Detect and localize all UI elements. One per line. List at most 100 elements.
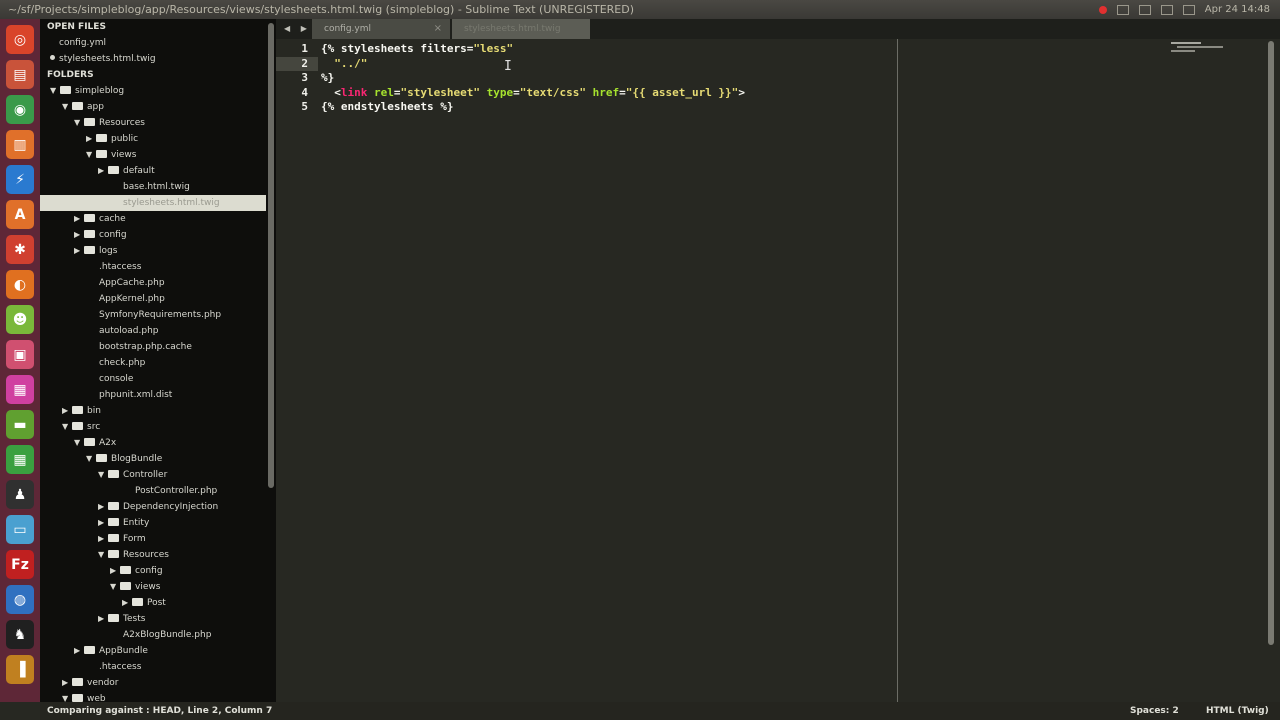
tree-folder[interactable]: ▼ views — [40, 579, 266, 595]
file-label: PostController.php — [135, 486, 218, 496]
tree-file[interactable]: check.php — [40, 355, 266, 371]
tree-folder[interactable]: ▼ app — [40, 99, 266, 115]
open-file-item[interactable]: config.yml — [40, 35, 266, 51]
tree-folder[interactable]: ▶ Form — [40, 531, 266, 547]
folder-icon — [72, 102, 83, 110]
sidebar-scrollbar[interactable] — [266, 19, 276, 702]
syntax-selector[interactable]: HTML (Twig) — [1206, 702, 1269, 720]
tux-icon[interactable]: ♟ — [6, 480, 34, 509]
settings-icon[interactable]: ✱ — [6, 235, 34, 264]
tree-folder[interactable]: ▶ DependencyInjection — [40, 499, 266, 515]
android-icon[interactable]: ☻ — [6, 305, 34, 334]
code-line[interactable]: "../" — [321, 57, 367, 71]
penguin-icon[interactable]: ♞ — [6, 620, 34, 649]
tree-folder[interactable]: ▶ Entity — [40, 515, 266, 531]
code-token: = — [513, 85, 520, 99]
tree-file[interactable]: .htaccess — [40, 259, 266, 275]
tree-folder[interactable]: ▼ simpleblog — [40, 83, 266, 99]
sidebar-scrollbar-thumb[interactable] — [268, 23, 274, 488]
status-bar: Comparing against : HEAD, Line 2, Column… — [40, 702, 1280, 720]
minimap[interactable] — [1171, 42, 1223, 52]
line-number: 2 — [276, 56, 318, 71]
filezilla-icon[interactable]: Fz — [6, 550, 34, 579]
code-line[interactable]: {% endstylesheets %} — [321, 100, 453, 114]
software-center-icon[interactable]: A — [6, 200, 34, 229]
code-token: < — [321, 85, 341, 99]
tree-file[interactable]: base.html.twig — [40, 179, 266, 195]
thunderbolt-icon[interactable]: ⚡ — [6, 165, 34, 194]
indentation-setting[interactable]: Spaces: 2 — [1130, 702, 1179, 720]
volume-icon[interactable] — [1182, 4, 1195, 15]
tree-folder[interactable]: ▶ cache — [40, 211, 266, 227]
tree-folder[interactable]: ▼ Resources — [40, 115, 266, 131]
tree-file[interactable]: .htaccess — [40, 659, 266, 675]
tab-label: stylesheets.html.twig — [464, 24, 561, 34]
tree-folder[interactable]: ▼ src — [40, 419, 266, 435]
tree-file[interactable]: AppKernel.php — [40, 291, 266, 307]
tree-file[interactable]: bootstrap.php.cache — [40, 339, 266, 355]
folder-label: default — [123, 166, 155, 176]
chrome-icon[interactable]: ◉ — [6, 95, 34, 124]
tree-file[interactable]: phpunit.xml.dist — [40, 387, 266, 403]
tab-config-yml[interactable]: config.yml × — [312, 19, 450, 39]
tree-file[interactable]: stylesheets.html.twig — [40, 195, 266, 211]
folder-label: BlogBundle — [111, 454, 163, 464]
close-icon[interactable]: × — [434, 19, 442, 39]
calendar-icon[interactable]: ▦ — [6, 375, 34, 404]
tree-file[interactable]: AppCache.php — [40, 275, 266, 291]
file-label: stylesheets.html.twig — [123, 198, 220, 208]
network-icon[interactable] — [1138, 4, 1151, 15]
editor-scrollbar[interactable] — [1268, 41, 1274, 645]
code-token: href — [585, 85, 620, 99]
ubuntu-dash-icon[interactable]: ◎ — [6, 25, 34, 54]
folder-icon — [72, 406, 83, 414]
tree-folder[interactable]: ▶ Tests — [40, 611, 266, 627]
code-line[interactable]: {% stylesheets filters="less" — [321, 42, 513, 56]
text-cursor-icon: I — [504, 59, 512, 74]
tree-file[interactable]: console — [40, 371, 266, 387]
folders-header: FOLDERS — [40, 67, 266, 83]
archive-icon[interactable]: ▥ — [6, 130, 34, 159]
tree-folder[interactable]: ▶ Post — [40, 595, 266, 611]
files-icon[interactable]: ▤ — [6, 60, 34, 89]
keyboard-icon[interactable] — [1116, 4, 1129, 15]
firefox-icon[interactable]: ◐ — [6, 270, 34, 299]
tree-file[interactable]: SymfonyRequirements.php — [40, 307, 266, 323]
battery-icon[interactable] — [1160, 4, 1173, 15]
open-file-item[interactable]: stylesheets.html.twig — [40, 51, 266, 67]
tree-file[interactable]: A2xBlogBundle.php — [40, 627, 266, 643]
folder-icon — [72, 422, 83, 430]
tree-folder[interactable]: ▼ BlogBundle — [40, 451, 266, 467]
tree-folder[interactable]: ▼ Controller — [40, 467, 266, 483]
browser-icon[interactable]: ◍ — [6, 585, 34, 614]
expand-arrow-right-icon: ▶ — [122, 598, 129, 607]
tree-file[interactable]: autoload.php — [40, 323, 266, 339]
tab-stylesheets-html-twig[interactable]: stylesheets.html.twig — [452, 19, 590, 39]
tab-nav-arrows-icon[interactable]: ◀ ▶ — [284, 19, 311, 39]
tree-file[interactable]: PostController.php — [40, 483, 266, 499]
vm-icon[interactable]: ▣ — [6, 340, 34, 369]
tree-folder[interactable]: ▶ vendor — [40, 675, 266, 691]
folder-icon — [84, 438, 95, 446]
tree-folder[interactable]: ▶ public — [40, 131, 266, 147]
folder-label: Controller — [123, 470, 168, 480]
tree-folder[interactable]: ▼ web — [40, 691, 266, 702]
tree-folder[interactable]: ▶ default — [40, 163, 266, 179]
terminal-icon[interactable]: ▬ — [6, 410, 34, 439]
tree-folder[interactable]: ▶ config — [40, 227, 266, 243]
tree-folder[interactable]: ▶ logs — [40, 243, 266, 259]
notes-icon[interactable]: ▭ — [6, 515, 34, 544]
tree-folder[interactable]: ▼ views — [40, 147, 266, 163]
record-indicator-icon[interactable] — [1098, 5, 1107, 14]
code-line[interactable]: %} — [321, 71, 334, 85]
code-line[interactable]: <link rel="stylesheet" type="text/css" h… — [321, 86, 745, 100]
tree-folder[interactable]: ▶ AppBundle — [40, 643, 266, 659]
spreadsheet-icon[interactable]: ▦ — [6, 445, 34, 474]
tree-folder[interactable]: ▼ A2x — [40, 435, 266, 451]
clock[interactable]: Apr 24 14:48 — [1205, 0, 1270, 19]
tree-folder[interactable]: ▶ config — [40, 563, 266, 579]
books-icon[interactable]: ▐ — [6, 655, 34, 684]
tree-folder[interactable]: ▼ Resources — [40, 547, 266, 563]
code-editor[interactable]: 12345 {% stylesheets filters="less" "../… — [276, 39, 1280, 702]
tree-folder[interactable]: ▶ bin — [40, 403, 266, 419]
